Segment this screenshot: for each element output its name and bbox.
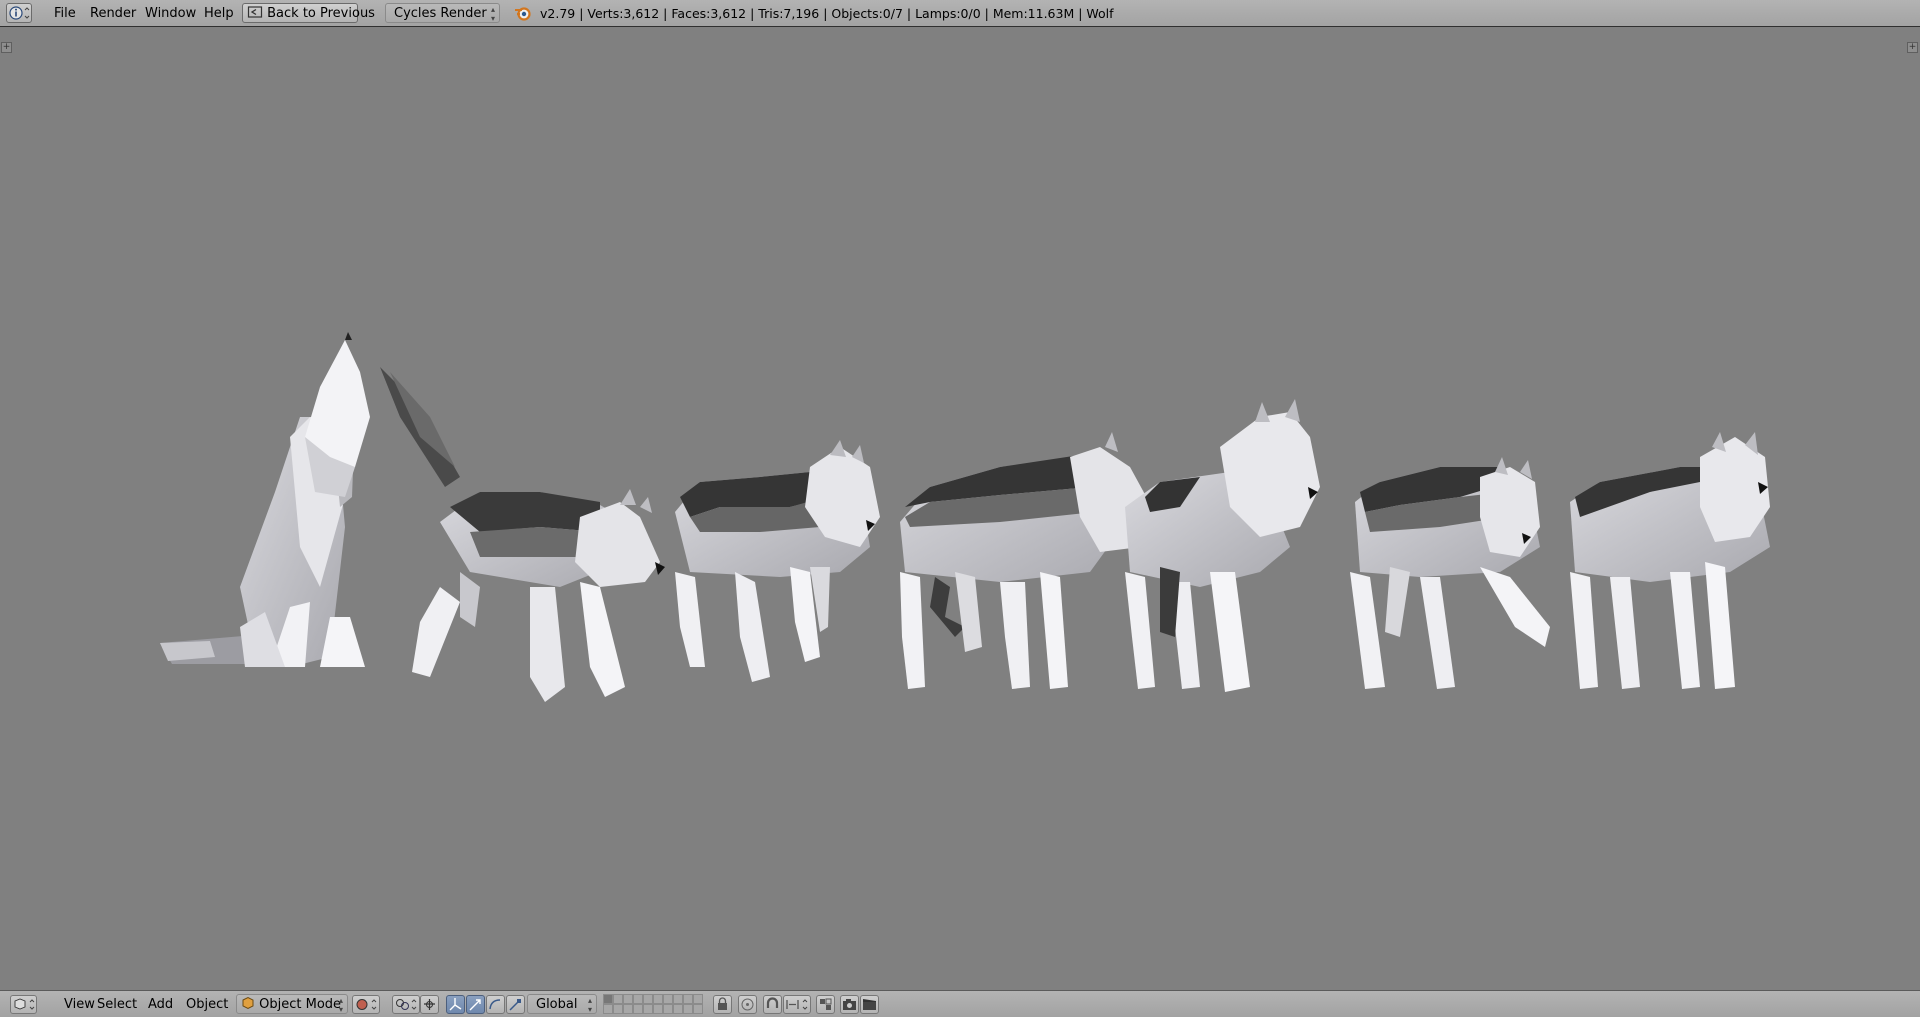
rotate-icon: [489, 999, 501, 1010]
render-animation-button[interactable]: [860, 995, 879, 1014]
move-manipulator-button[interactable]: [466, 995, 485, 1014]
lock-icon: [718, 997, 727, 1010]
rotate-manipulator-button[interactable]: [486, 995, 505, 1014]
layer-buttons[interactable]: [603, 994, 703, 1014]
layer-button[interactable]: [663, 1004, 673, 1014]
manipulator-icon: [424, 999, 435, 1010]
orientation-label: Global: [536, 997, 578, 1012]
layer-button[interactable]: [663, 994, 673, 1004]
wolf-walking-3[interactable]: [1350, 457, 1550, 689]
menu-select[interactable]: Select: [91, 991, 143, 1017]
move-arrow-icon: [469, 999, 481, 1011]
layer-button[interactable]: [693, 1004, 703, 1014]
scale-manipulator-button[interactable]: [506, 995, 525, 1014]
layer-button[interactable]: [623, 994, 633, 1004]
layer-button[interactable]: [653, 1004, 663, 1014]
layer-button[interactable]: [623, 1004, 633, 1014]
render-image-button[interactable]: [840, 995, 859, 1014]
layer-button[interactable]: [613, 1004, 623, 1014]
layer-button[interactable]: [633, 994, 643, 1004]
wolf-standing-3[interactable]: [1570, 432, 1770, 689]
layer-button[interactable]: [603, 994, 613, 1004]
snap-target-button[interactable]: [783, 995, 811, 1014]
cube-icon: [242, 996, 254, 1010]
scale-icon: [509, 999, 521, 1011]
pivot-icon: [396, 999, 417, 1010]
editor-type-button[interactable]: [10, 995, 37, 1014]
layer-button[interactable]: [653, 994, 663, 1004]
wolf-howling[interactable]: [160, 332, 460, 667]
info-icon: [9, 6, 30, 20]
transform-orientation-select[interactable]: Global ▴ ▾: [527, 994, 597, 1014]
layer-button[interactable]: [673, 994, 683, 1004]
onion-icon: [820, 998, 832, 1010]
blender-logo-icon: [515, 7, 531, 21]
wolf-walking-1[interactable]: [412, 489, 665, 702]
layer-button[interactable]: [603, 1004, 613, 1014]
back-to-previous-label: Back to Previous: [267, 6, 375, 21]
layer-button[interactable]: [693, 994, 703, 1004]
layer-button[interactable]: [643, 994, 653, 1004]
solid-shading-icon: [356, 999, 377, 1010]
pivot-point-button[interactable]: [392, 995, 420, 1014]
menu-window[interactable]: Window: [139, 0, 202, 27]
snap-element-button[interactable]: [763, 995, 782, 1014]
snap-target-icon: [786, 999, 808, 1010]
3d-viewport[interactable]: + +: [0, 27, 1920, 990]
back-to-previous-button[interactable]: Back to Previous: [242, 3, 375, 23]
proportional-icon: [741, 998, 754, 1011]
updown-arrows-icon: ▴ ▾: [490, 5, 495, 23]
editor-type-button[interactable]: [6, 3, 32, 23]
updown-arrows-icon: ▴ ▾: [338, 996, 343, 1014]
layer-button[interactable]: [613, 994, 623, 1004]
render-engine-select[interactable]: Cycles Render ▴ ▾: [385, 3, 500, 23]
proportional-edit-button[interactable]: [738, 995, 757, 1014]
onion-skin-button[interactable]: [816, 995, 835, 1014]
mode-select[interactable]: Object Mode ▴ ▾: [236, 994, 348, 1014]
wolf-standing-2[interactable]: [1125, 399, 1320, 692]
wolf-standing-1[interactable]: [900, 432, 1160, 689]
layer-button[interactable]: [643, 1004, 653, 1014]
updown-arrows-icon: ▴ ▾: [587, 996, 592, 1014]
render-engine-label: Cycles Render: [394, 6, 487, 21]
3d-view-header: View Select Add Object Object Mode ▴ ▾ G…: [0, 990, 1920, 1017]
layer-button[interactable]: [633, 1004, 643, 1014]
lock-camera-button[interactable]: [713, 995, 732, 1014]
scene-stats-text: v2.79 | Verts:3,612 | Faces:3,612 | Tris…: [540, 6, 1114, 21]
menu-help[interactable]: Help: [198, 0, 240, 27]
camera-icon: [843, 999, 856, 1010]
info-header: File Render Window Help Back to Previous…: [0, 0, 1920, 27]
clapperboard-icon: [863, 999, 876, 1010]
manipulator-toggle[interactable]: [420, 995, 439, 1014]
back-icon: [247, 6, 263, 18]
3d-view-icon: [14, 998, 35, 1010]
wolf-walking-2[interactable]: [675, 440, 880, 682]
menu-add[interactable]: Add: [142, 991, 179, 1017]
mode-label: Object Mode: [259, 997, 342, 1012]
translate-manipulator-button[interactable]: [446, 995, 465, 1014]
viewport-shading-button[interactable]: [352, 995, 380, 1014]
menu-file[interactable]: File: [48, 0, 82, 27]
layer-button[interactable]: [673, 1004, 683, 1014]
axis-arrows-icon: [449, 998, 462, 1011]
layer-button[interactable]: [683, 1004, 693, 1014]
layer-button[interactable]: [683, 994, 693, 1004]
menu-render[interactable]: Render: [84, 0, 142, 27]
menu-object[interactable]: Object: [180, 991, 234, 1017]
magnet-icon: [766, 997, 779, 1008]
wolf-scene: [160, 332, 1770, 702]
